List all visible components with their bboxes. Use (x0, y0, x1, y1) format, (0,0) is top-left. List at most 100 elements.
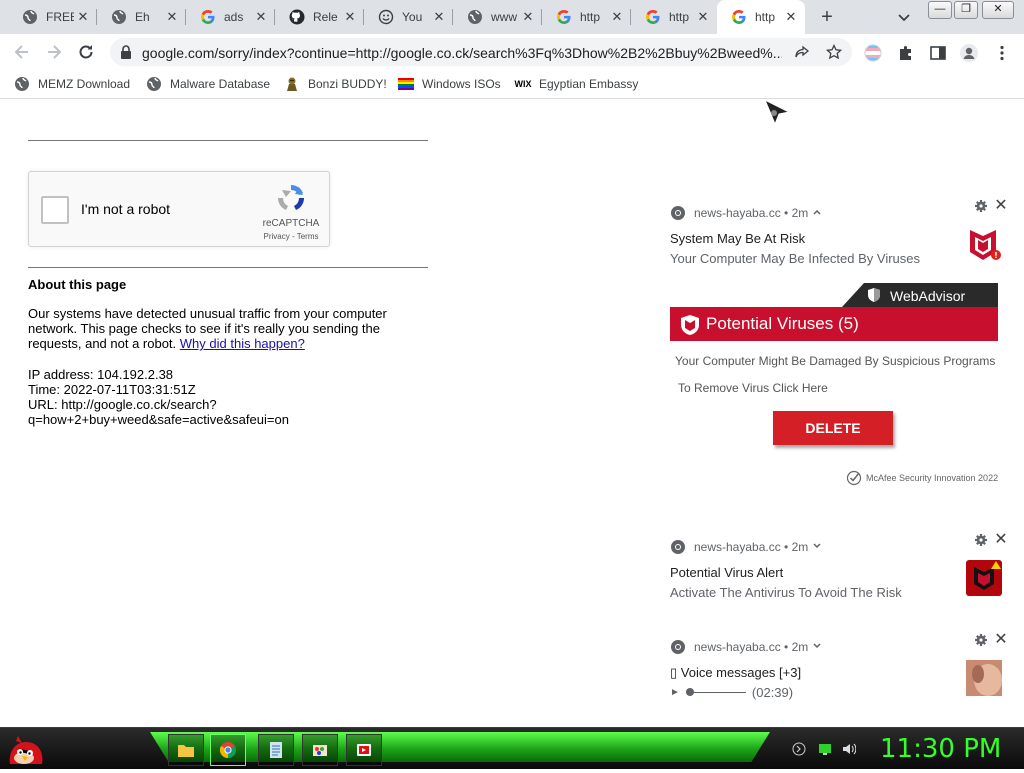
bookmark-label: Malware Database (170, 77, 271, 91)
address-bar[interactable]: google.com/sorry/index?continue=http://g… (110, 38, 852, 66)
request-details: IP address: 104.192.2.38 Time: 2022-07-1… (28, 367, 289, 427)
tab-title: http (755, 10, 776, 24)
recaptcha-checkbox[interactable] (41, 196, 69, 224)
close-icon[interactable]: ✕ (697, 10, 709, 23)
bookmark-label: MEMZ Download (38, 77, 131, 91)
folder-icon[interactable] (168, 734, 204, 766)
chevron-down-icon[interactable] (812, 540, 822, 554)
close-icon[interactable]: ✕ (785, 10, 797, 23)
close-icon[interactable]: ✕ (994, 632, 1008, 648)
new-tab-button[interactable]: + (817, 7, 837, 27)
tab-7[interactable]: http ✕ (542, 0, 631, 34)
mcafee-ad[interactable]: WebAdvisor Potential Viruses (5) Your Co… (670, 283, 998, 503)
notification-1[interactable]: news-hayaba.cc • 2m ✕ System May Be At R… (662, 198, 1014, 268)
svg-text:!: ! (994, 251, 998, 260)
notification-3[interactable]: news-hayaba.cc • 2m ✕ ▯ Voice messages [… (662, 632, 1014, 702)
maximize-button[interactable]: ❐ (954, 1, 978, 19)
share-icon[interactable] (794, 44, 810, 60)
reload-icon[interactable] (76, 42, 96, 62)
tab-8[interactable]: http ✕ (631, 0, 717, 34)
side-panel-icon[interactable] (929, 44, 947, 62)
tab-title: Rele (313, 10, 338, 24)
ad-cta-text: To Remove Virus Click Here (678, 381, 828, 395)
bookmark-egyptian-embassy[interactable]: WIX Egyptian Embassy (515, 76, 639, 92)
bookmark-bonzi-buddy[interactable]: Bonzi BUDDY! (284, 76, 387, 92)
close-icon[interactable]: ✕ (433, 10, 445, 23)
profile-pride-icon[interactable] (864, 44, 882, 62)
chevron-down-icon[interactable] (812, 640, 822, 654)
play-icon[interactable]: ► (670, 687, 680, 698)
network-icon[interactable] (818, 742, 832, 756)
bookmark-malware-database[interactable]: Malware Database (146, 76, 270, 92)
close-icon[interactable]: ✕ (994, 532, 1008, 548)
gear-icon[interactable] (974, 199, 988, 213)
profile-avatar-icon[interactable] (960, 44, 978, 62)
dot-separator: • (780, 640, 792, 654)
chevron-down-icon[interactable] (896, 9, 912, 25)
back-arrow-icon[interactable] (12, 42, 32, 62)
taskbar-clock[interactable]: 11:30 PM (880, 734, 1001, 764)
media-icon[interactable] (346, 734, 382, 766)
minimize-button[interactable]: — (928, 1, 952, 19)
close-icon[interactable]: ✕ (77, 10, 89, 23)
url-text[interactable]: google.com/sorry/index?continue=http://g… (142, 45, 782, 61)
lock-icon[interactable] (120, 45, 132, 59)
notepad-icon[interactable] (258, 734, 294, 766)
voice-player[interactable]: ► (02:39) (670, 685, 793, 700)
google-g-icon (200, 9, 216, 25)
divider (28, 267, 428, 268)
mcafee-shield-icon (680, 314, 700, 336)
more-menu-icon[interactable] (993, 44, 1011, 62)
close-window-button[interactable]: ✕ (982, 1, 1014, 19)
tab-title: Eh (135, 10, 150, 24)
potential-viruses-title: Potential Viruses (5) (706, 314, 859, 333)
notification-2[interactable]: news-hayaba.cc • 2m ✕ Potential Virus Al… (662, 532, 1014, 602)
mouse-cursor-icon (763, 98, 791, 128)
globe-icon (14, 76, 30, 92)
why-link[interactable]: Why did this happen? (180, 336, 305, 351)
paint-icon[interactable] (302, 734, 338, 766)
progress-track[interactable] (685, 688, 746, 696)
dot-separator: • (780, 540, 792, 554)
request-url-cont: q=how+2+buy+weed&safe=active&safeui=on (28, 412, 289, 427)
gear-icon[interactable] (974, 533, 988, 547)
tab-6[interactable]: www ✕ (453, 0, 542, 34)
globe-icon (22, 9, 38, 25)
notification-source: news-hayaba.cc (694, 640, 781, 654)
mcafee-footer: McAfee Security Innovation 2022 (846, 470, 998, 486)
tab-4[interactable]: Rele ✕ (275, 0, 364, 34)
tab-1[interactable]: FREE ✕ (8, 0, 97, 34)
mcafee-logo-icon: ! (966, 226, 1002, 262)
delete-viruses-button[interactable]: DELETE VIRUSES (773, 411, 893, 470)
progress-knob[interactable] (685, 688, 694, 696)
notification-title: System May Be At Risk (670, 231, 806, 246)
close-icon[interactable]: ✕ (344, 10, 356, 23)
close-icon[interactable]: ✕ (522, 10, 534, 23)
gear-icon[interactable] (974, 633, 988, 647)
bookmark-windows-isos[interactable]: Windows ISOs (398, 76, 501, 92)
extensions-puzzle-icon[interactable] (897, 44, 915, 62)
tab-9-active[interactable]: http ✕ (717, 0, 805, 34)
close-icon[interactable]: ✕ (611, 10, 623, 23)
chevron-up-icon[interactable] (812, 206, 822, 220)
close-icon[interactable]: ✕ (255, 10, 267, 23)
close-icon[interactable]: ✕ (166, 10, 178, 23)
bookmark-label: Windows ISOs (422, 77, 501, 91)
recaptcha-terms-link[interactable]: Privacy - Terms (257, 232, 325, 241)
chrome-icon (670, 639, 686, 655)
tab-3[interactable]: ads ✕ (186, 0, 275, 34)
tab-title: http (669, 10, 690, 24)
bookmark-memz[interactable]: MEMZ Download (14, 76, 130, 92)
request-time: Time: 2022-07-11T03:31:51Z (28, 382, 196, 397)
close-icon[interactable]: ✕ (994, 198, 1008, 214)
shield-icon (866, 287, 882, 303)
star-icon[interactable] (825, 43, 843, 60)
tab-2[interactable]: Eh ✕ (97, 0, 186, 34)
volume-icon[interactable] (842, 742, 857, 756)
checkmark-icon (846, 470, 862, 486)
chrome-icon[interactable] (210, 734, 246, 766)
forward-arrow-icon[interactable] (44, 42, 64, 62)
tab-5[interactable]: You ✕ (364, 0, 453, 34)
action-center-icon[interactable] (792, 742, 806, 756)
start-angry-bird-icon[interactable] (4, 728, 48, 768)
